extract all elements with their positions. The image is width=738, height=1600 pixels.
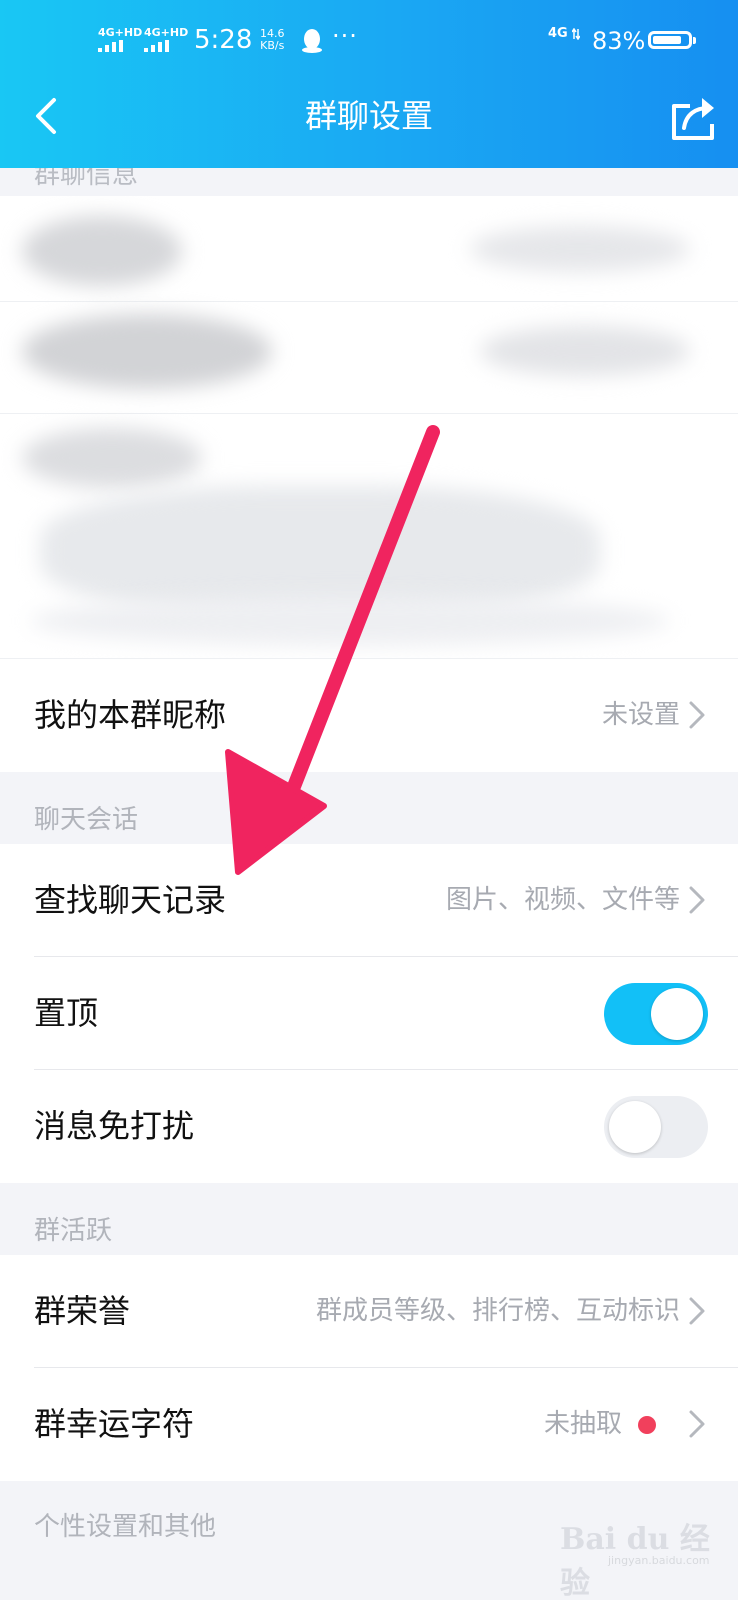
- section-header-group-activity: 群活跃: [0, 1183, 738, 1255]
- battery-icon: [648, 31, 696, 49]
- watermark-url: jingyan.baidu.com: [608, 1554, 710, 1567]
- row-do-not-disturb: 消息免打扰: [0, 1070, 738, 1183]
- more-notifications-icon: ···: [332, 22, 358, 50]
- share-icon[interactable]: [668, 92, 720, 144]
- chevron-right-icon: [689, 1410, 705, 1438]
- battery-percent: 83%: [592, 27, 646, 55]
- row-search-chat-history[interactable]: 查找聊天记录 图片、视频、文件等: [0, 844, 738, 957]
- do-not-disturb-toggle[interactable]: [604, 1096, 708, 1158]
- red-dot-badge: [638, 1416, 656, 1434]
- toggle-knob: [651, 988, 703, 1040]
- group-settings-page: 4G+HD 4G+HD 5:28 14.6 KB/s ··· 4G 83% 群聊…: [0, 0, 738, 1600]
- section-title: 个性设置和其他: [34, 1512, 217, 1542]
- row-value: 群成员等级、排行榜、互动标识: [315, 1296, 680, 1326]
- header: 4G+HD 4G+HD 5:28 14.6 KB/s ··· 4G 83% 群聊…: [0, 0, 738, 168]
- row-value: 未设置: [601, 700, 680, 730]
- row-group-honor[interactable]: 群荣誉 群成员等级、排行榜、互动标识: [0, 1255, 738, 1368]
- row-value: 未抽取: [543, 1409, 622, 1439]
- row-label: 我的本群昵称: [34, 696, 227, 734]
- status-bar: 4G+HD 4G+HD 5:28 14.6 KB/s ··· 4G 83%: [0, 0, 738, 80]
- qq-penguin-icon: [302, 29, 322, 53]
- network-label-2: 4G+HD: [144, 26, 189, 39]
- clock: 5:28: [194, 25, 253, 55]
- section-title: 群聊信息: [34, 168, 139, 190]
- data-arrows-icon: [572, 28, 580, 40]
- section-title: 群活跃: [34, 1216, 113, 1246]
- section-header-group-info: 群聊信息: [0, 168, 738, 196]
- network-speed: 14.6 KB/s: [260, 28, 285, 52]
- section-header-chat-session: 聊天会话: [0, 772, 738, 844]
- network-label-3: 4G: [548, 26, 568, 41]
- row-label: 群幸运字符: [34, 1405, 195, 1443]
- signal-icon: [144, 40, 174, 52]
- chevron-right-icon: [689, 886, 705, 914]
- row-group-lucky-character[interactable]: 群幸运字符 未抽取: [0, 1368, 738, 1481]
- chevron-right-icon: [689, 1297, 705, 1325]
- network-speed-unit: KB/s: [260, 39, 285, 52]
- page-title: 群聊设置: [304, 97, 433, 135]
- baidu-jingyan-watermark: Bai du 经验 jingyan.baidu.com: [560, 1508, 730, 1600]
- signal-icon: [98, 40, 128, 52]
- pin-toggle[interactable]: [604, 983, 708, 1045]
- row-pin-to-top: 置顶: [0, 957, 738, 1070]
- row-group-nickname[interactable]: 我的本群昵称 未设置: [0, 659, 738, 772]
- row-label: 消息免打扰: [34, 1107, 195, 1145]
- toggle-knob: [609, 1101, 661, 1153]
- row-label: 查找聊天记录: [34, 881, 227, 919]
- row-value: 图片、视频、文件等: [445, 885, 680, 915]
- chevron-right-icon: [689, 701, 705, 729]
- redacted-group-info: [0, 196, 738, 659]
- section-title: 聊天会话: [34, 805, 139, 835]
- row-label: 群荣誉: [34, 1292, 131, 1330]
- network-label-1: 4G+HD: [98, 26, 143, 39]
- row-label: 置顶: [34, 994, 99, 1032]
- battery-fill: [653, 36, 681, 44]
